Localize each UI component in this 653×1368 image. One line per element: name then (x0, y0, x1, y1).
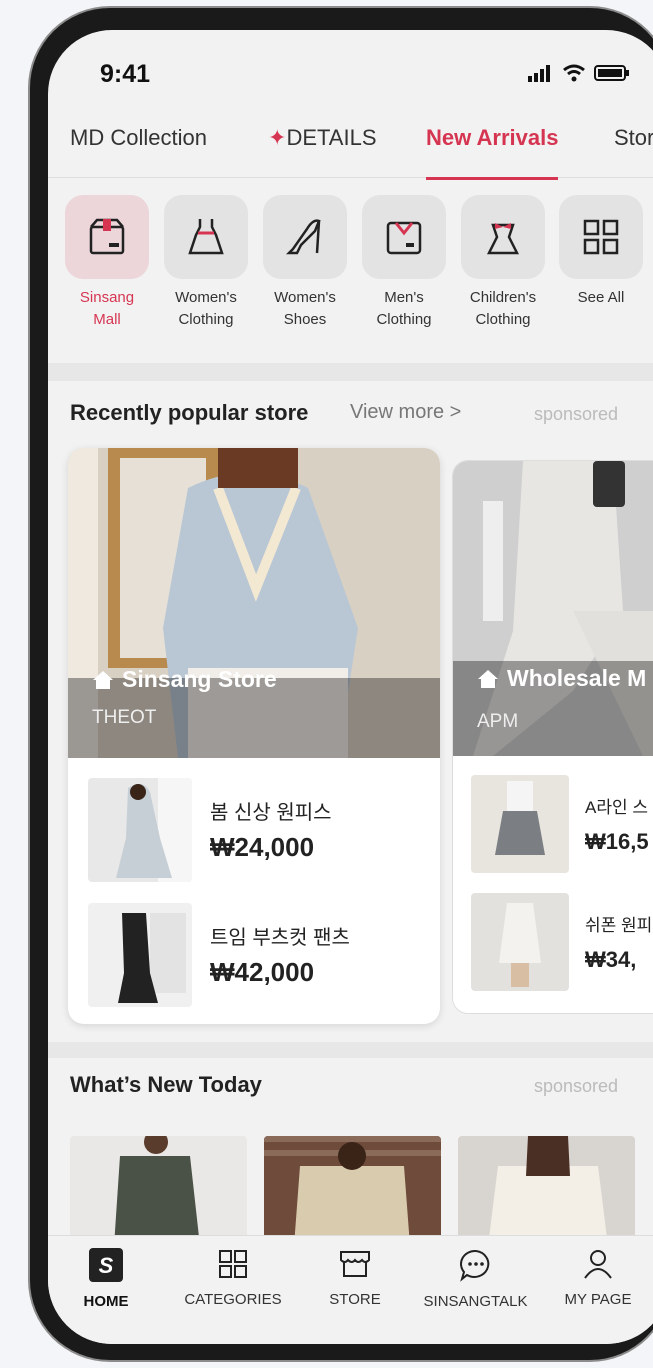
product-name: 봄 신상 원피스 (210, 802, 332, 824)
svg-text:S: S (99, 1253, 114, 1278)
product-thumbnail (88, 903, 192, 1007)
status-time: 9:41 (100, 60, 151, 88)
tab-store[interactable]: Stor (614, 125, 653, 151)
new-item-tile[interactable] (70, 1136, 247, 1246)
product-thumbnail (471, 775, 569, 873)
store-hero-image: Wholesale M APM (453, 461, 653, 756)
status-icons (528, 64, 630, 82)
product-price: ₩34, (585, 947, 637, 972)
product-item[interactable]: 봄 신상 원피스 ₩24,000 (88, 778, 418, 882)
section-divider (48, 363, 653, 381)
nav-my-page[interactable]: MY PAGE (558, 1248, 638, 1308)
nav-categories[interactable]: CATEGORIES (178, 1248, 288, 1308)
home-icon (93, 670, 113, 689)
store-name: Sinsang Store (92, 666, 277, 693)
sponsored-label: sponsored (534, 404, 619, 424)
store-card-sinsang[interactable]: Sinsang Store THEOT 봄 신상 원피스 ₩24,000 트임 … (68, 448, 440, 1024)
status-bar: 9:41 (48, 58, 653, 98)
product-name: 트임 부츠컷 팬츠 (210, 927, 350, 949)
wifi-icon (563, 64, 585, 82)
section-title-popular-store: Recently popular store (70, 400, 309, 425)
category-mens-clothing[interactable]: Men's Clothing (359, 195, 449, 331)
category-label: Women's Clothing (175, 289, 237, 328)
home-logo-icon: S (89, 1248, 123, 1282)
new-item-tile[interactable] (264, 1136, 441, 1246)
product-price: ₩24,000 (210, 832, 315, 862)
nav-home[interactable]: S HOME (80, 1248, 132, 1310)
category-label: Women's Shoes (274, 289, 336, 328)
section-divider (48, 1042, 653, 1058)
category-womens-clothing[interactable]: Women's Clothing (161, 195, 251, 331)
section-title-whats-new: What’s New Today (70, 1072, 262, 1097)
product-price: ₩16,5 (585, 829, 649, 854)
bottom-nav-bar: S HOME CATEGORIES STORE SINSANGTALK MY P… (48, 1235, 653, 1344)
box-icon (89, 218, 125, 255)
dress-icon (188, 219, 224, 255)
signal-icon (528, 65, 550, 82)
product-price: ₩42,000 (210, 957, 315, 987)
home-icon (478, 669, 498, 688)
store-icon (340, 1251, 370, 1277)
app-screen: 9:41 MD Collection ✦DETAILS New Arrivals… (48, 30, 653, 1344)
phone-frame: 9:41 MD Collection ✦DETAILS New Arrivals… (30, 8, 653, 1360)
category-label: See All (577, 289, 625, 306)
tab-details[interactable]: ✦DETAILS (268, 125, 377, 151)
product-name: A라인 스 (585, 798, 648, 817)
tab-new-arrivals[interactable]: New Arrivals (426, 125, 559, 180)
heel-icon (285, 219, 321, 255)
sponsored-label: sponsored (534, 1076, 619, 1096)
product-item[interactable]: 트임 부츠컷 팬츠 ₩42,000 (88, 903, 418, 1007)
category-womens-shoes[interactable]: Women's Shoes (260, 195, 350, 331)
view-more-link[interactable]: View more > (350, 401, 461, 424)
nav-sinsangtalk[interactable]: SINSANGTALK (418, 1248, 533, 1310)
battery-icon (594, 65, 629, 81)
new-item-tile[interactable] (458, 1136, 635, 1246)
grid-icon (219, 1250, 247, 1278)
product-item[interactable]: 쉬폰 원피 ₩34, (471, 893, 653, 997)
sparkle-icon: ✦ (268, 125, 287, 150)
store-subtitle: APM (477, 711, 519, 732)
category-childrens-clothing[interactable]: Children's Clothing (458, 195, 548, 331)
top-tab-bar: MD Collection ✦DETAILS New Arrivals Stor (48, 125, 653, 180)
shirt-icon (386, 221, 422, 255)
store-name: Wholesale M (477, 665, 646, 692)
category-sinsang-mall[interactable]: Sinsang Mall (62, 195, 152, 331)
category-label: Men's Clothing (376, 289, 432, 328)
grid-icon (583, 219, 619, 255)
tab-md-collection[interactable]: MD Collection (70, 125, 207, 151)
product-name: 쉬폰 원피 (585, 916, 653, 935)
category-see-all[interactable]: See All (556, 195, 646, 309)
product-item[interactable]: A라인 스 ₩16,5 (471, 775, 653, 879)
category-label: Sinsang Mall (79, 289, 135, 328)
store-subtitle: THEOT (92, 707, 157, 728)
nav-store[interactable]: STORE (320, 1248, 390, 1308)
kids-clothing-icon (486, 223, 520, 255)
chat-icon (459, 1249, 489, 1282)
store-card-wholesale[interactable]: Wholesale M APM A라인 스 ₩16,5 쉬폰 원피 ₩34, (452, 460, 653, 1014)
product-thumbnail (88, 778, 192, 882)
category-row: Sinsang Mall Women's Clothing Women's Sh… (48, 195, 653, 370)
product-thumbnail (471, 893, 569, 991)
category-label: Children's Clothing (469, 289, 537, 328)
person-icon (584, 1250, 612, 1279)
store-hero-image: Sinsang Store THEOT (68, 448, 440, 758)
